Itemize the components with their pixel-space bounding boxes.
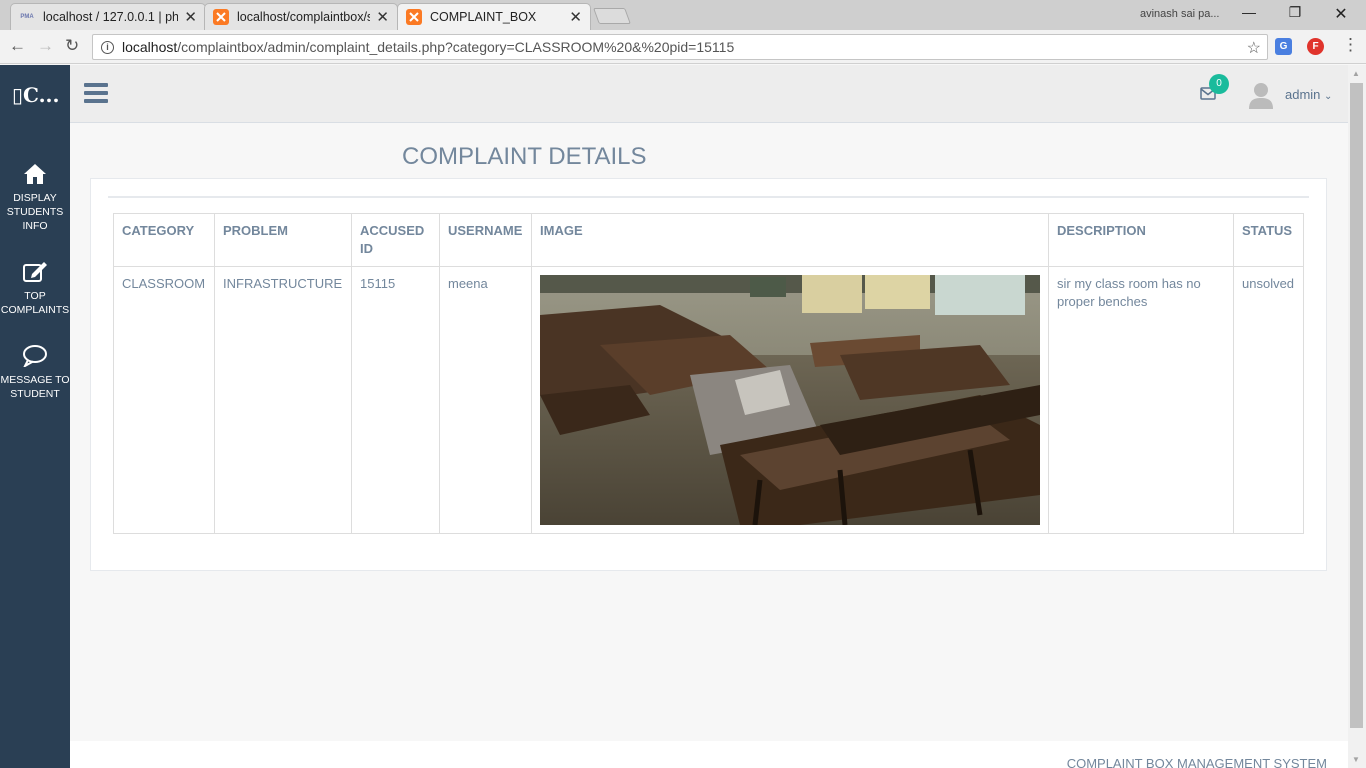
divider [108,196,1309,198]
close-tab-icon[interactable]: ✕ [569,8,582,26]
home-icon [24,164,46,184]
close-tab-icon[interactable]: ✕ [184,8,197,26]
browser-menu-icon[interactable]: ⋮ [1342,35,1359,55]
xampp-icon [406,9,422,25]
brand-logo[interactable]: ▯C... [12,83,59,107]
top-nav: 0 admin ⌄ [70,65,1348,123]
url-path: /complaintbox/admin/complaint_details.ph… [177,39,735,55]
browser-profile-name[interactable]: avinash sai pa... [1140,8,1220,20]
page-scrollbar[interactable]: ▲ ▼ [1348,65,1366,768]
main-content: COMPLAINT DETAILS CATEGORY PROBLEM ACCUS… [70,124,1348,741]
close-tab-icon[interactable]: ✕ [376,8,389,26]
forward-arrow-icon[interactable]: → [37,36,54,56]
tab-title: localhost / 127.0.0.1 | php [43,10,179,24]
browser-tab-phpmyadmin[interactable]: PMA localhost / 127.0.0.1 | php ✕ [10,3,206,30]
chevron-down-icon: ⌄ [1324,91,1333,102]
scrollbar-thumb[interactable] [1350,83,1363,728]
column-header-accused-id: ACCUSED ID [351,213,440,267]
user-name: admin [1285,87,1321,102]
page-title: COMPLAINT DETAILS [402,143,647,170]
new-tab-button[interactable] [593,8,631,24]
bookmark-star-icon[interactable]: ☆ [1247,38,1261,58]
cell-accused-id: 15115 [351,266,440,534]
restore-icon[interactable]: ❐ [1280,4,1310,21]
column-header-image: IMAGE [531,213,1049,267]
table-header-row: CATEGORY PROBLEM ACCUSED ID USERNAME IMA… [113,213,1304,267]
column-header-username: USERNAME [439,213,532,267]
extension-icon[interactable]: F [1307,38,1324,55]
url-host: localhost [122,39,178,55]
column-header-description: DESCRIPTION [1048,213,1234,267]
sidebar-item-label: DISPLAY STUDENTS INFO [6,192,64,232]
tab-title: COMPLAINT_BOX [430,10,537,24]
mail-count-badge: 0 [1209,74,1229,94]
edit-icon [23,262,47,282]
info-icon[interactable]: i [101,40,114,54]
column-header-category: CATEGORY [113,213,215,267]
cell-image [531,266,1049,534]
tab-title: localhost/complaintbox/s [237,10,371,24]
menu-toggle-icon[interactable] [84,83,108,105]
column-header-status: STATUS [1233,213,1304,267]
chat-icon [23,345,47,367]
browser-tab-active[interactable]: COMPLAINT_BOX ✕ [397,3,591,30]
scroll-down-arrow-icon[interactable]: ▼ [1352,755,1360,764]
sidebar-item-label: TOP COMPLAINTS [0,290,70,316]
cell-category: CLASSROOM [113,266,215,534]
phpmyadmin-icon: PMA [20,14,34,20]
complaint-image[interactable] [540,275,1040,525]
window-close-icon[interactable]: ✕ [1326,4,1356,24]
browser-tab-bar: PMA localhost / 127.0.0.1 | php ✕ localh… [0,0,1366,30]
scroll-up-arrow-icon[interactable]: ▲ [1352,69,1360,78]
sidebar-item-top-complaints[interactable]: TOP COMPLAINTS [0,261,70,317]
reload-icon[interactable]: ↻ [65,36,79,56]
user-avatar[interactable] [1248,81,1274,109]
footer-text: COMPLAINT BOX MANAGEMENT SYSTEM [1066,756,1327,768]
user-menu[interactable]: admin ⌄ [1285,87,1332,102]
footer: COMPLAINT BOX MANAGEMENT SYSTEM [70,741,1348,768]
browser-toolbar: ← → ↻ i localhost/complaintbox/admin/com… [0,30,1366,64]
xampp-icon [213,9,229,25]
cell-description: sir my class room has no proper benches [1048,266,1234,534]
sidebar-item-display-students-info[interactable]: DISPLAY STUDENTS INFO [0,163,70,233]
back-arrow-icon[interactable]: ← [9,36,26,56]
complaint-table: CATEGORY PROBLEM ACCUSED ID USERNAME IMA… [113,213,1304,534]
table-row: CLASSROOM INFRASTRUCTURE 15115 meena sir… [113,266,1304,534]
sidebar-item-message-to-student[interactable]: MESSAGE TO STUDENT [0,345,70,401]
cell-status: unsolved [1233,266,1304,534]
cell-problem: INFRASTRUCTURE [214,266,352,534]
sidebar: ▯C... DISPLAY STUDENTS INFO TOP COMPLAIN… [0,65,70,768]
minimize-icon[interactable]: — [1234,4,1264,20]
column-header-problem: PROBLEM [214,213,352,267]
sidebar-item-label: MESSAGE TO STUDENT [0,374,70,400]
complaint-panel: CATEGORY PROBLEM ACCUSED ID USERNAME IMA… [90,178,1327,571]
address-bar[interactable]: i localhost/complaintbox/admin/complaint… [92,34,1268,60]
cell-username: meena [439,266,532,534]
translate-extension-icon[interactable]: G [1275,38,1292,55]
browser-tab-complaintbox[interactable]: localhost/complaintbox/s ✕ [204,3,398,30]
